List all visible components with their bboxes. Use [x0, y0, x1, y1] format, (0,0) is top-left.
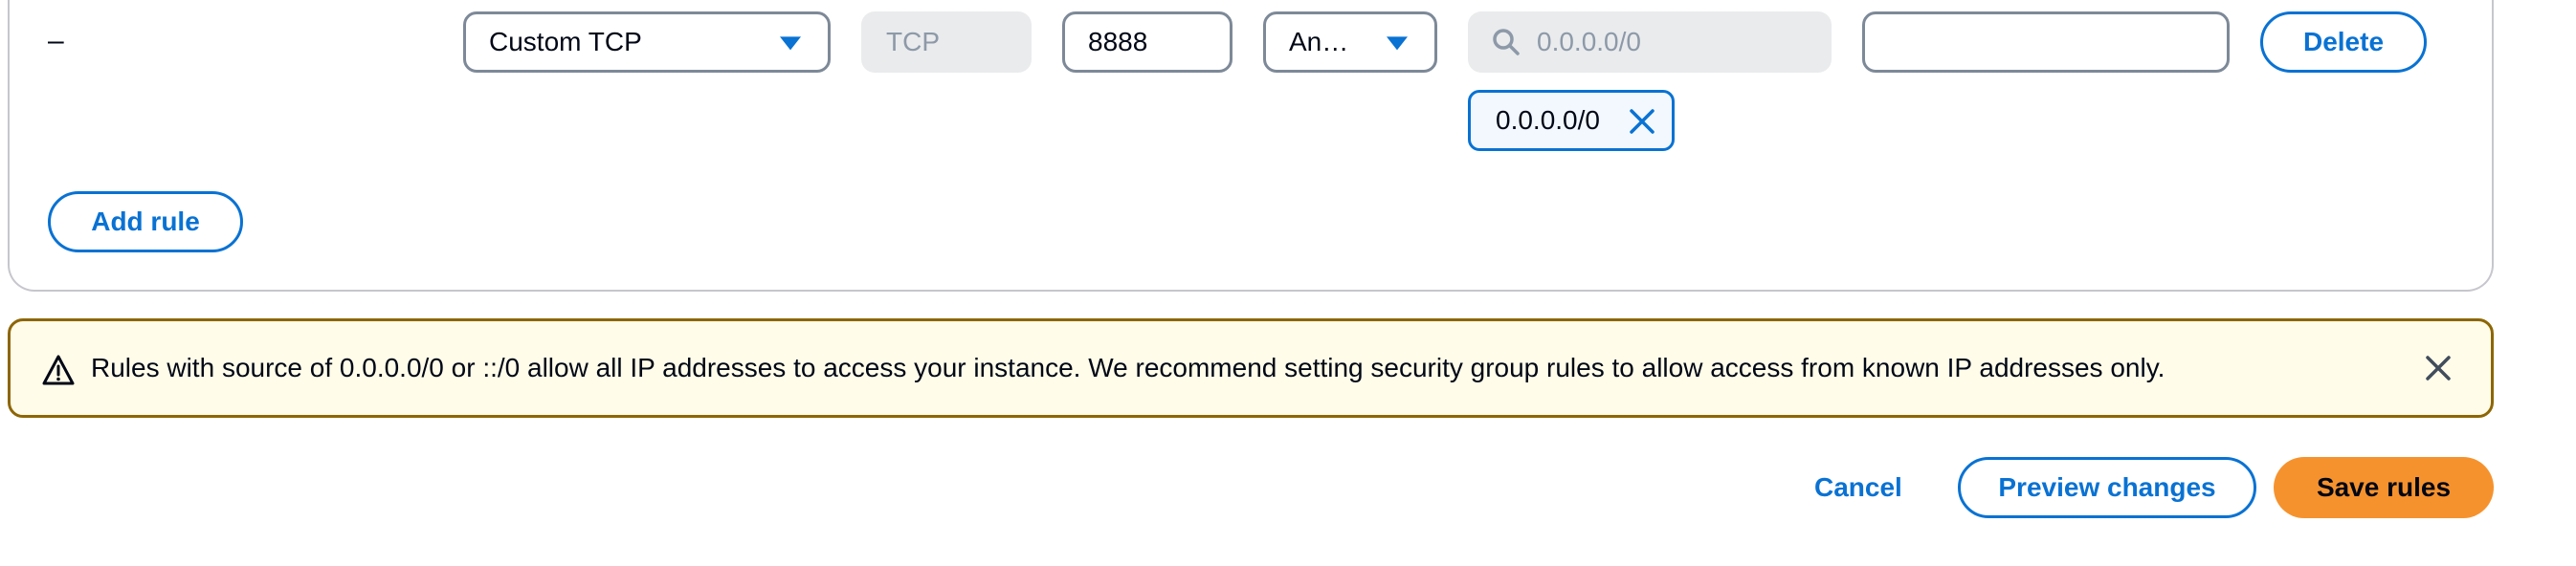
- warning-alert: Rules with source of 0.0.0.0/0 or ::/0 a…: [8, 318, 2494, 418]
- close-icon[interactable]: [1628, 107, 1656, 136]
- warning-alert-text: Rules with source of 0.0.0.0/0 or ::/0 a…: [91, 353, 2165, 382]
- source-type-value: An…: [1289, 27, 1349, 56]
- caret-down-icon: [1387, 36, 1408, 51]
- add-rule-button[interactable]: Add rule: [48, 191, 243, 252]
- search-icon: [1493, 29, 1520, 55]
- save-rules-button[interactable]: Save rules: [2274, 457, 2494, 518]
- type-select[interactable]: Custom TCP: [463, 11, 831, 73]
- delete-rule-button[interactable]: Delete: [2260, 11, 2427, 73]
- source-token: 0.0.0.0/0: [1468, 90, 1675, 151]
- port-range-value: 8888: [1088, 27, 1148, 56]
- caret-down-icon: [780, 36, 801, 51]
- save-rules-label: Save rules: [2316, 472, 2452, 502]
- source-search-placeholder: 0.0.0.0/0: [1537, 27, 1641, 56]
- cancel-button[interactable]: Cancel: [1814, 457, 1902, 518]
- close-icon[interactable]: [2424, 354, 2453, 382]
- warning-icon: [42, 355, 75, 385]
- protocol-value: TCP: [886, 27, 940, 56]
- source-token-label: 0.0.0.0/0: [1496, 105, 1600, 135]
- source-search-input[interactable]: 0.0.0.0/0: [1468, 11, 1832, 73]
- cancel-label: Cancel: [1814, 472, 1902, 502]
- security-group-rules-editor: – Custom TCP TCP 8888 An… 0.0.0.0/0 0.0.…: [0, 0, 2576, 566]
- rule-row-marker: –: [48, 25, 64, 56]
- protocol-field: TCP: [861, 11, 1032, 73]
- type-select-value: Custom TCP: [489, 27, 642, 56]
- add-rule-label: Add rule: [91, 207, 200, 236]
- delete-rule-label: Delete: [2302, 27, 2385, 56]
- description-input[interactable]: [1862, 11, 2230, 73]
- source-type-select[interactable]: An…: [1263, 11, 1437, 73]
- preview-changes-label: Preview changes: [1998, 472, 2216, 502]
- preview-changes-button[interactable]: Preview changes: [1958, 457, 2256, 518]
- port-range-input[interactable]: 8888: [1062, 11, 1232, 73]
